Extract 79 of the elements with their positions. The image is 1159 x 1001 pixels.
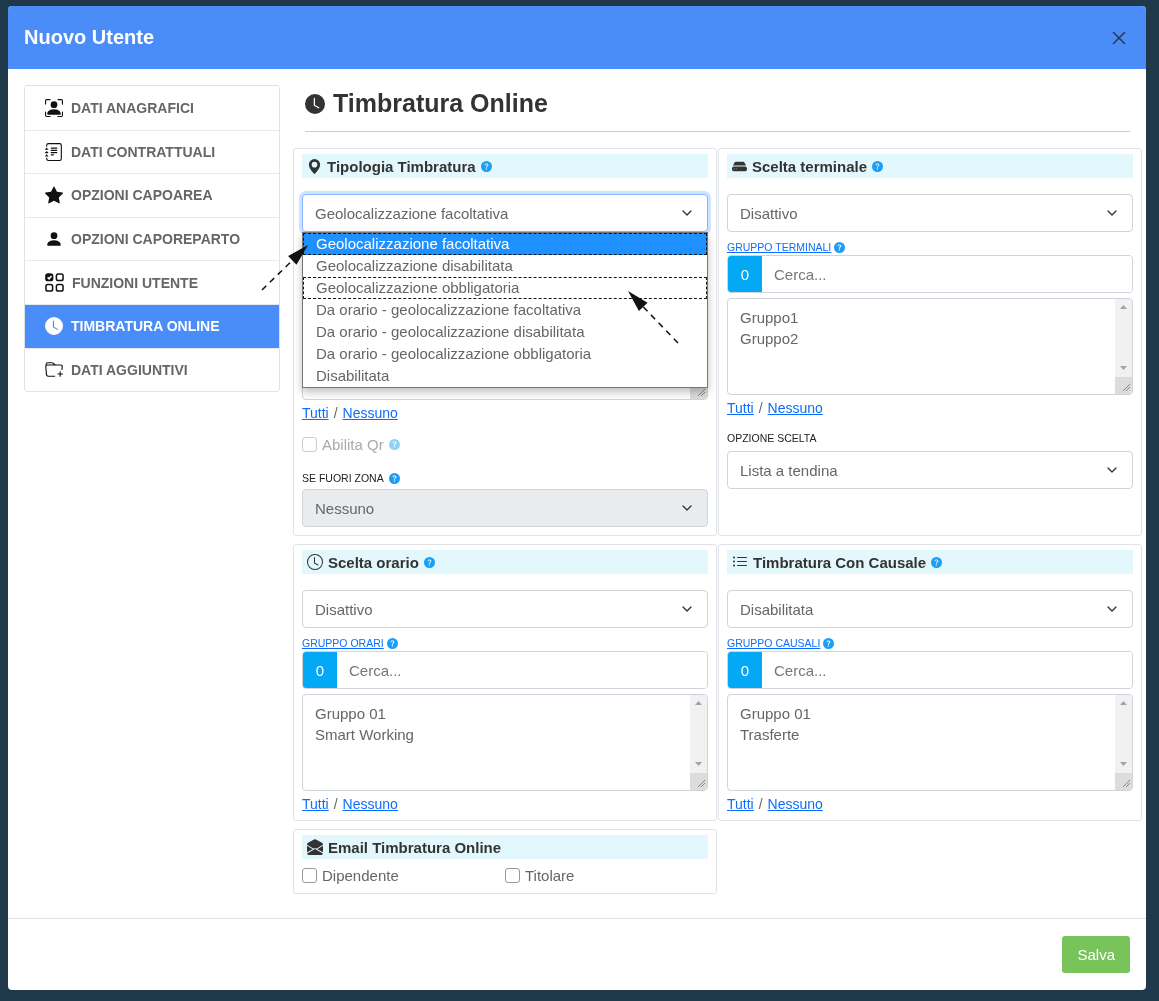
separator-text: / [333,405,338,421]
group-link[interactable]: GRUPPO CAUSALI [727,637,835,649]
help-icon[interactable] [388,472,400,484]
list-box[interactable]: Gruppo 01 Smart Working [302,694,708,791]
dialog-title: Nuovo Utente [24,26,154,49]
arrow-annotation [261,245,308,291]
dropdown-option[interactable]: Geolocalizzazione obbligatoria [303,277,707,299]
checkbox-label[interactable]: Dipendente [302,867,399,884]
scrollbar[interactable] [1115,695,1132,790]
envelope-icon [307,839,323,855]
list-option[interactable]: Gruppo2 [740,328,1103,349]
card-title: Scelta terminale [752,157,868,175]
list-option[interactable]: Gruppo 01 [740,703,1103,724]
sidebar-item[interactable]: TIMBRATURA ONLINE [25,303,279,348]
help-icon[interactable] [823,637,835,649]
clock-icon [305,93,325,114]
checkbox[interactable] [302,868,317,883]
card-title: Email Timbratura Online [328,838,502,856]
select-field[interactable]: Geolocalizzazione facoltativa [302,194,708,232]
select-field[interactable]: Disabilitata [727,590,1133,628]
person-frame-icon [45,98,63,117]
separator-text: / [758,796,763,812]
scrollbar[interactable] [690,695,707,790]
group-link[interactable]: GRUPPO ORARI [302,637,398,649]
help-icon[interactable] [388,439,400,450]
help-icon[interactable] [386,637,398,649]
select-field[interactable]: Disattivo [302,590,708,628]
list-option[interactable]: Gruppo 01 [315,703,678,724]
clock-icon [307,554,323,570]
list-option[interactable]: Trasferte [740,724,1103,745]
star-icon [45,186,63,205]
dropdown-option[interactable]: Disabilitata [303,365,707,387]
group-link[interactable]: GRUPPO TERMINALI [727,241,846,253]
checkbox[interactable] [505,868,520,883]
select-all-link[interactable]: Tutti [727,400,754,416]
count-badge: 0 [728,652,762,688]
map-pin-icon [307,158,322,174]
person-icon [45,230,63,249]
select-field[interactable]: Lista a tendina [727,451,1133,489]
select-field[interactable]: Disattivo [727,194,1133,232]
card-title: Timbratura Con Causale [753,553,927,571]
card-title: Tipologia Timbratura [327,157,476,175]
list-box[interactable]: Gruppo1 Gruppo2 [727,298,1133,395]
journal-icon [45,142,63,161]
list-option[interactable]: Smart Working [315,724,678,745]
select-none-link[interactable]: Nessuno [767,400,823,416]
help-icon[interactable] [834,241,846,253]
select-none-link[interactable]: Nessuno [342,796,398,812]
help-icon[interactable] [931,556,943,568]
card-title: Scelta orario [328,553,419,571]
count-badge: 0 [728,256,762,292]
select-all-link[interactable]: Tutti [727,796,754,812]
list-option[interactable]: Gruppo1 [740,307,1103,328]
clock-icon [45,317,63,336]
select-all-link[interactable]: Tutti [302,796,329,812]
select-all-link[interactable]: Tutti [302,405,329,421]
checkbox-grid-icon [45,273,64,293]
help-icon[interactable] [480,160,492,172]
help-icon[interactable] [423,556,435,568]
help-icon[interactable] [872,160,884,172]
arrow-annotation [628,291,679,344]
separator-text: / [333,796,338,812]
folder-plus-icon [45,360,63,379]
dropdown-option[interactable]: Geolocalizzazione disabilitata [303,255,707,277]
list-box[interactable]: Gruppo 01 Trasferte [727,694,1133,791]
dropdown-option[interactable]: Da orario - geolocalizzazione disabilitata [303,321,707,343]
sidebar-item[interactable]: DATI AGGIUNTIVI [25,347,279,392]
scrollbar[interactable] [1115,299,1132,394]
select-none-link[interactable]: Nessuno [342,405,398,421]
dropdown-option[interactable]: Geolocalizzazione facoltativa [303,233,707,255]
field-label: OPZIONE SCELTA [727,432,817,444]
checkbox-label[interactable]: Titolare [505,867,575,884]
dropdown-option[interactable]: Da orario - geolocalizzazione facoltativa [303,299,707,321]
dropdown-option[interactable]: Da orario - geolocalizzazione obbligatoria [303,343,707,365]
separator-text: / [758,400,763,416]
count-badge: 0 [303,652,337,688]
section-title: Timbratura Online [305,85,1130,132]
field-label: SE FUORI ZONA [302,472,384,484]
select-none-link[interactable]: Nessuno [767,796,823,812]
